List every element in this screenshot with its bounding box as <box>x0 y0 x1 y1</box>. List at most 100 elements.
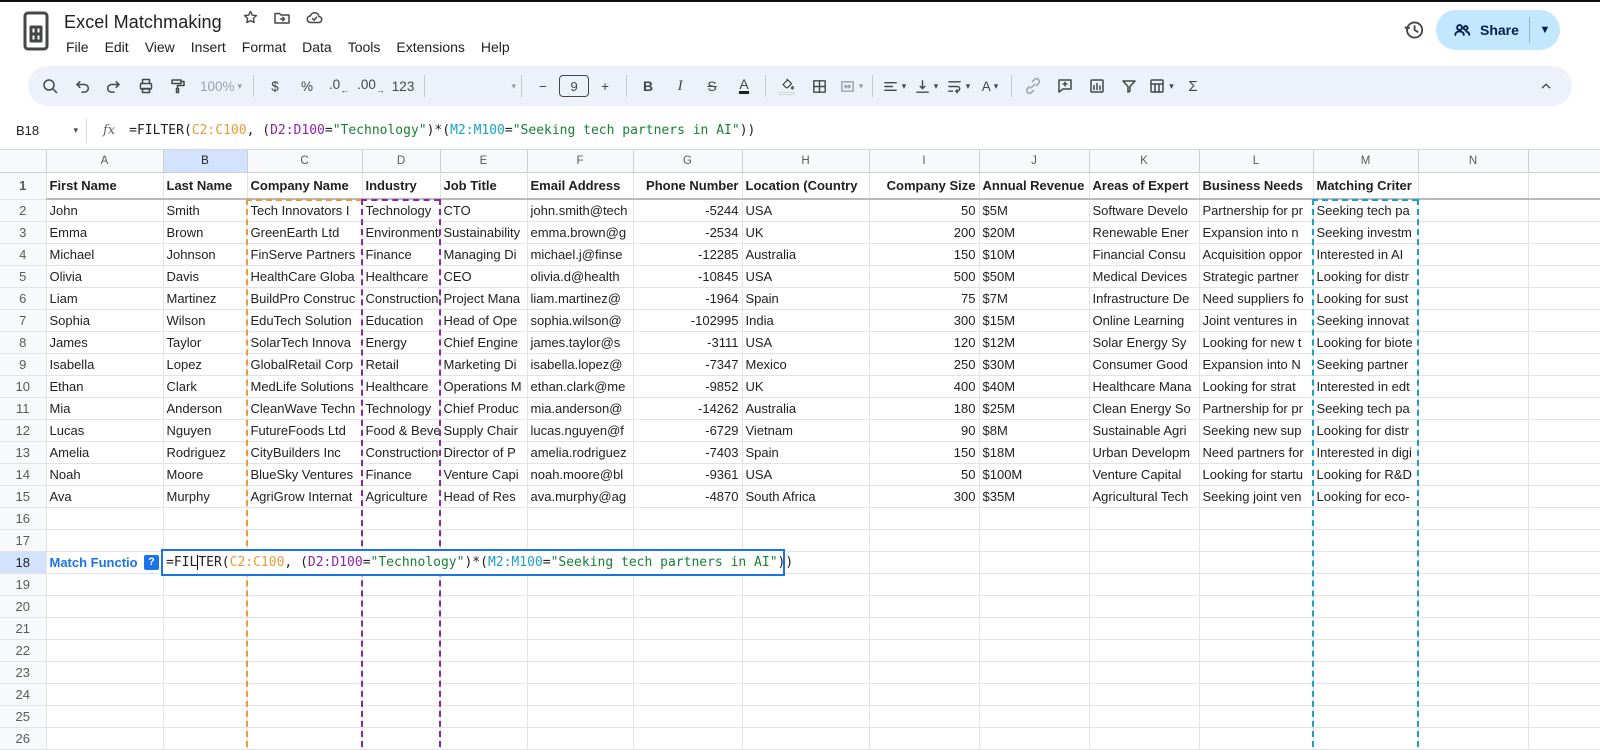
row-header-11[interactable]: 11 <box>0 397 47 420</box>
cell-H6[interactable]: Spain <box>742 287 870 310</box>
cell-tail24[interactable] <box>1528 683 1600 706</box>
cell-M2[interactable]: Seeking tech pa <box>1313 199 1419 222</box>
cell-D1[interactable]: Industry <box>362 172 441 200</box>
cell-K12[interactable]: Sustainable Agri <box>1089 419 1200 442</box>
cell-A8[interactable]: James <box>46 331 164 354</box>
column-header-C[interactable]: C <box>247 150 363 173</box>
cell-I8[interactable]: 120 <box>869 331 980 354</box>
cell-A3[interactable]: Emma <box>46 221 164 244</box>
cell-I19[interactable] <box>869 573 980 596</box>
cell-N11[interactable] <box>1418 397 1529 420</box>
menu-file[interactable]: File <box>58 36 97 58</box>
cell-F26[interactable] <box>527 727 634 750</box>
cell-L23[interactable] <box>1199 661 1314 684</box>
row-header-13[interactable]: 13 <box>0 441 47 464</box>
cell-F25[interactable] <box>527 705 634 728</box>
cell-D4[interactable]: Finance <box>362 243 441 266</box>
cell-tail2[interactable] <box>1528 199 1600 222</box>
row-header-2[interactable]: 2 <box>0 199 47 222</box>
cell-tail14[interactable] <box>1528 463 1600 486</box>
cell-G2[interactable]: -5244 <box>633 199 743 222</box>
cell-N20[interactable] <box>1418 595 1529 618</box>
cell-K18[interactable] <box>1089 551 1200 574</box>
cell-G8[interactable]: -3111 <box>633 331 743 354</box>
cell-H5[interactable]: USA <box>742 265 870 288</box>
cell-G9[interactable]: -7347 <box>633 353 743 376</box>
cell-C7[interactable]: EduTech Solution <box>247 309 363 332</box>
cell-G26[interactable] <box>633 727 743 750</box>
cell-H24[interactable] <box>742 683 870 706</box>
cell-C25[interactable] <box>247 705 363 728</box>
formula-help-badge[interactable]: ? <box>144 554 159 570</box>
cell-tail5[interactable] <box>1528 265 1600 288</box>
cell-B26[interactable] <box>163 727 248 750</box>
move-folder-icon[interactable] <box>273 9 291 27</box>
cell-E4[interactable]: Managing Di <box>440 243 528 266</box>
cell-M21[interactable] <box>1313 617 1419 640</box>
cell-E20[interactable] <box>440 595 528 618</box>
cell-G22[interactable] <box>633 639 743 662</box>
cell-B3[interactable]: Brown <box>163 221 248 244</box>
row-header-23[interactable]: 23 <box>0 661 47 684</box>
cell-tail4[interactable] <box>1528 243 1600 266</box>
cell-L12[interactable]: Seeking new sup <box>1199 419 1314 442</box>
cell-F10[interactable]: ethan.clark@me <box>527 375 634 398</box>
cell-K5[interactable]: Medical Devices <box>1089 265 1200 288</box>
cell-H26[interactable] <box>742 727 870 750</box>
column-header-E[interactable]: E <box>440 150 528 173</box>
cell-tail20[interactable] <box>1528 595 1600 618</box>
cell-L8[interactable]: Looking for new t <box>1199 331 1314 354</box>
vertical-align-button[interactable]: ▾ <box>910 72 942 100</box>
cell-C11[interactable]: CleanWave Techn <box>247 397 363 420</box>
cell-K1[interactable]: Areas of Expert <box>1089 172 1200 200</box>
text-rotation-button[interactable]: A ▾ <box>974 72 1006 100</box>
cell-A23[interactable] <box>46 661 164 684</box>
cell-C23[interactable] <box>247 661 363 684</box>
cell-H9[interactable]: Mexico <box>742 353 870 376</box>
cell-J8[interactable]: $12M <box>979 331 1090 354</box>
menu-data[interactable]: Data <box>294 36 340 58</box>
cell-E9[interactable]: Marketing Di <box>440 353 528 376</box>
cell-J22[interactable] <box>979 639 1090 662</box>
decrease-font-size-button[interactable]: − <box>527 72 559 100</box>
cell-K3[interactable]: Renewable Ener <box>1089 221 1200 244</box>
cell-C9[interactable]: GlobalRetail Corp <box>247 353 363 376</box>
cell-K10[interactable]: Healthcare Mana <box>1089 375 1200 398</box>
cell-E3[interactable]: Sustainability <box>440 221 528 244</box>
cell-A2[interactable]: John <box>46 199 164 222</box>
cell-G17[interactable] <box>633 529 743 552</box>
cell-C22[interactable] <box>247 639 363 662</box>
cell-N8[interactable] <box>1418 331 1529 354</box>
decrease-decimal-button[interactable]: .0 ← <box>323 72 355 100</box>
cell-K9[interactable]: Consumer Good <box>1089 353 1200 376</box>
cell-N15[interactable] <box>1418 485 1529 508</box>
cell-I20[interactable] <box>869 595 980 618</box>
cell-M14[interactable]: Looking for R&D <box>1313 463 1419 486</box>
row-header-21[interactable]: 21 <box>0 617 47 640</box>
cell-D21[interactable] <box>362 617 441 640</box>
cell-A10[interactable]: Ethan <box>46 375 164 398</box>
cell-I23[interactable] <box>869 661 980 684</box>
cell-tail22[interactable] <box>1528 639 1600 662</box>
cell-M19[interactable] <box>1313 573 1419 596</box>
cell-L16[interactable] <box>1199 507 1314 530</box>
cell-G23[interactable] <box>633 661 743 684</box>
menu-view[interactable]: View <box>137 36 183 58</box>
cell-I9[interactable]: 250 <box>869 353 980 376</box>
cell-L15[interactable]: Seeking joint ven <box>1199 485 1314 508</box>
cell-D25[interactable] <box>362 705 441 728</box>
redo-button[interactable] <box>98 72 130 100</box>
italic-button[interactable]: I <box>664 72 696 100</box>
cell-K14[interactable]: Venture Capital <box>1089 463 1200 486</box>
cell-tail8[interactable] <box>1528 331 1600 354</box>
cell-I21[interactable] <box>869 617 980 640</box>
bold-button[interactable]: B <box>632 72 664 100</box>
cell-B12[interactable]: Nguyen <box>163 419 248 442</box>
cell-D16[interactable] <box>362 507 441 530</box>
cell-F15[interactable]: ava.murphy@ag <box>527 485 634 508</box>
cell-A6[interactable]: Liam <box>46 287 164 310</box>
cell-A15[interactable]: Ava <box>46 485 164 508</box>
row-header-1[interactable]: 1 <box>0 172 47 200</box>
cell-B22[interactable] <box>163 639 248 662</box>
column-header-tail[interactable] <box>1528 150 1600 173</box>
